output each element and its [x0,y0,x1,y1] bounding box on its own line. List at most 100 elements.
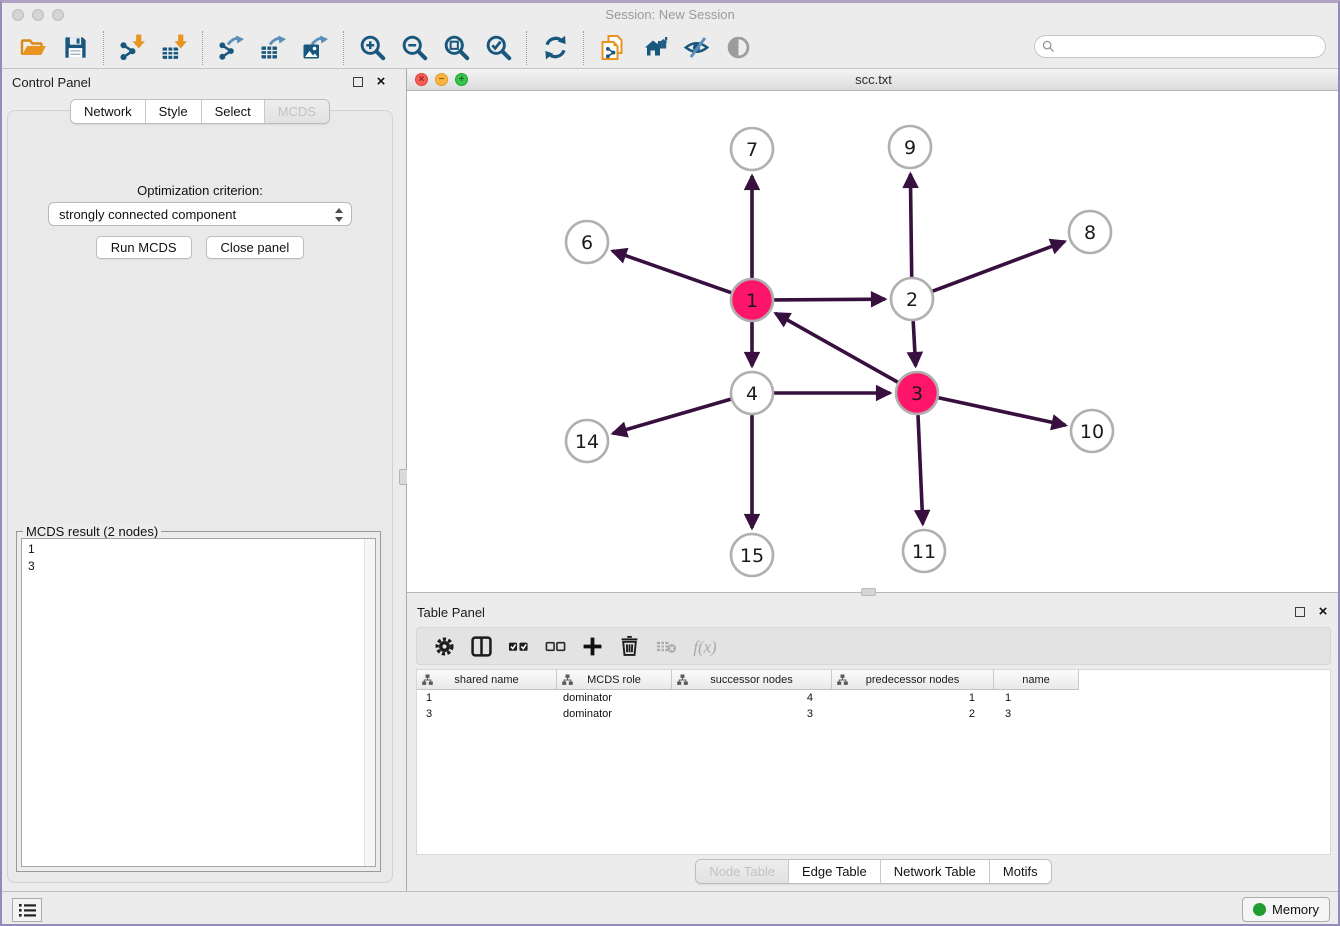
network-canvas[interactable]: 7 9 6 8 1 2 4 3 14 10 15 11 [407,91,1340,592]
network-view-window: × − + scc.txt 7968124314101511 [407,69,1340,593]
open-icon[interactable] [16,32,50,64]
svg-text:2: 2 [906,289,918,311]
close-panel-button[interactable]: Close panel [206,236,305,259]
close-panel-icon[interactable]: × [374,75,388,89]
import-network-icon[interactable] [115,32,149,64]
svg-text:4: 4 [746,383,758,405]
zoom-in-icon[interactable] [355,32,389,64]
export-network-icon[interactable] [214,32,248,64]
table-cell: 1 [832,692,994,704]
task-history-button[interactable] [12,898,42,922]
toolbar-separator [343,31,344,65]
graph-node-4[interactable]: 4 [731,372,773,414]
table-panel: Table Panel × f(x) shared nameMCDS roles… [407,599,1340,891]
graph-node-7[interactable]: 7 [731,128,773,170]
column-header-successor-nodes[interactable]: successor nodes [672,670,832,690]
graph-node-9[interactable]: 9 [889,126,931,168]
table-cell: 1 [417,692,557,704]
memory-button[interactable]: Memory [1242,897,1330,922]
table-row[interactable]: 3dominator323 [417,706,1330,722]
tab-network-table[interactable]: Network Table [881,860,990,883]
graph-node-11[interactable]: 11 [903,530,945,572]
zoom-selected-icon[interactable] [481,32,515,64]
float-table-panel-icon[interactable] [1293,605,1307,619]
table-cell: 3 [994,708,1079,720]
column-header-predecessor-nodes[interactable]: predecessor nodes [832,670,994,690]
toolbar-separator [103,31,104,65]
tab-node-table[interactable]: Node Table [696,860,789,883]
columns-icon[interactable] [466,631,496,661]
graph-node-3[interactable]: 3 [896,372,938,414]
svg-text:1: 1 [746,290,758,312]
mcds-result-line: 3 [28,558,369,575]
show-details-icon[interactable] [721,32,755,64]
network-file-icon[interactable] [595,32,629,64]
delete-table-icon [651,631,681,661]
main-toolbar [2,27,1338,69]
mcds-panel: Optimization criterion: strongly connect… [7,110,393,883]
import-table-icon[interactable] [157,32,191,64]
result-scrollbar[interactable] [364,539,375,866]
add-icon[interactable] [577,631,607,661]
float-panel-icon[interactable] [351,75,365,89]
control-panel: Control Panel × NetworkStyleSelectMCDS O… [2,69,398,891]
graph-edge-2-8[interactable] [933,242,1065,292]
graph-node-6[interactable]: 6 [566,221,608,263]
graph-node-15[interactable]: 15 [731,534,773,576]
export-image-icon[interactable] [298,32,332,64]
tab-select[interactable]: Select [202,100,265,123]
column-header-mcds-role[interactable]: MCDS role [557,670,672,690]
graph-edge-2-9[interactable] [910,174,911,277]
delete-icon[interactable] [614,631,644,661]
graph-edge-2-3[interactable] [913,321,915,366]
graph-node-14[interactable]: 14 [566,420,608,462]
table-cell: 1 [994,692,1079,704]
tab-edge-table[interactable]: Edge Table [789,860,881,883]
tab-mcds[interactable]: MCDS [265,100,329,123]
graph-edge-4-14[interactable] [613,399,731,433]
zoom-fit-icon[interactable] [439,32,473,64]
graph-edge-1-2[interactable] [774,299,885,300]
gear-icon[interactable] [429,631,459,661]
deselect-all-icon[interactable] [540,631,570,661]
save-icon[interactable] [58,32,92,64]
network-window-title: scc.txt [407,72,1340,87]
graph-edge-3-10[interactable] [939,398,1066,426]
search-box[interactable] [1034,35,1326,58]
graph-node-1[interactable]: 1 [731,279,773,321]
export-table-icon[interactable] [256,32,290,64]
run-mcds-button[interactable]: Run MCDS [96,236,192,259]
graph-node-2[interactable]: 2 [891,278,933,320]
table-row[interactable]: 1dominator411 [417,690,1330,706]
tab-network[interactable]: Network [71,100,146,123]
tab-motifs[interactable]: Motifs [990,860,1051,883]
graph-edge-1-6[interactable] [613,251,732,293]
table-cell: dominator [557,708,672,720]
tab-style[interactable]: Style [146,100,202,123]
svg-text:6: 6 [581,232,593,254]
mcds-result-list[interactable]: 13 [21,538,376,867]
svg-text:9: 9 [904,137,916,159]
mcds-result-box: MCDS result (2 nodes) 13 [16,531,381,872]
select-all-icon[interactable] [503,631,533,661]
memory-label: Memory [1272,902,1319,917]
graph-edge-3-11[interactable] [918,415,923,524]
column-header-shared-name[interactable]: shared name [417,670,557,690]
hide-details-icon[interactable] [679,32,713,64]
application-window: Session: New Session Control Panel × Net… [0,0,1340,926]
graph-node-10[interactable]: 10 [1071,410,1113,452]
table-header-row: shared nameMCDS rolesuccessor nodesprede… [417,670,1330,690]
graph-node-8[interactable]: 8 [1069,211,1111,253]
graph-edge-3-1[interactable] [776,313,898,382]
home-icon[interactable] [637,32,671,64]
refresh-icon[interactable] [538,32,572,64]
window-title: Session: New Session [2,7,1338,22]
mcds-result-title: MCDS result (2 nodes) [23,524,161,539]
zoom-out-icon[interactable] [397,32,431,64]
network-graph: 7 9 6 8 1 2 4 3 14 10 15 11 [407,91,1340,592]
horizontal-splitter-handle[interactable] [861,588,876,596]
search-input[interactable] [1055,40,1325,54]
close-table-panel-icon[interactable]: × [1316,605,1330,619]
optimization-criterion-select[interactable]: strongly connected component [48,202,352,226]
column-header-name[interactable]: name [994,670,1079,690]
